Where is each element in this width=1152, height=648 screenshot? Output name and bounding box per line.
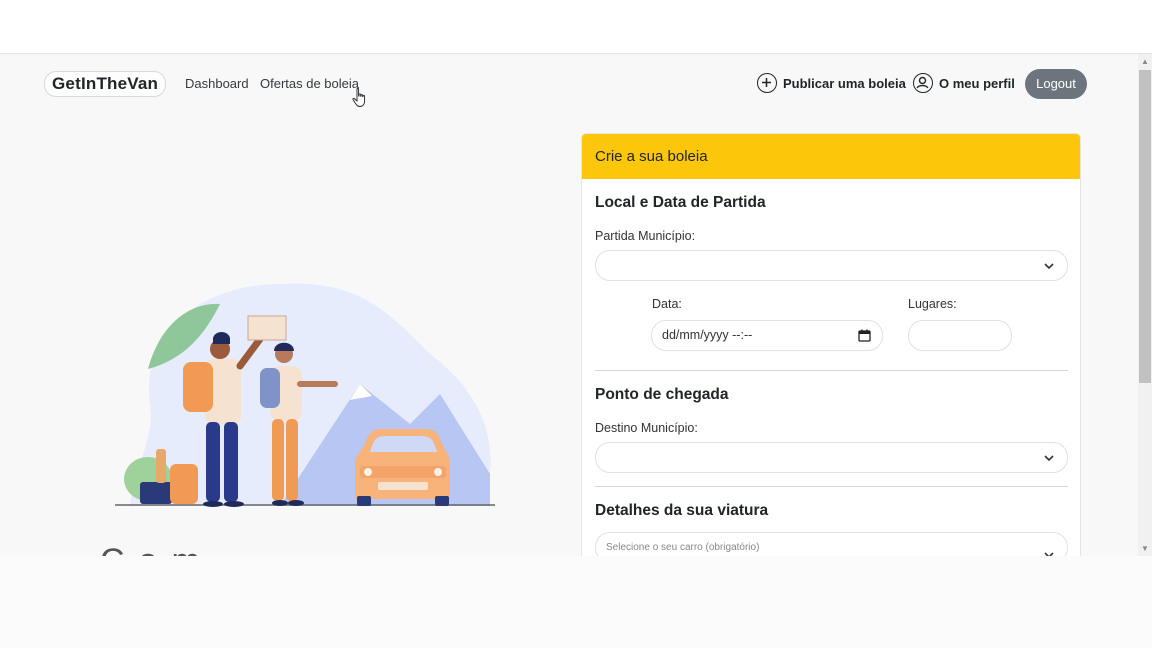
destino-select[interactable] xyxy=(595,442,1068,473)
browser-top-area xyxy=(0,0,1152,54)
perfil-label: O meu perfil xyxy=(939,75,1015,91)
viatura-section-title: Detalhes da sua viatura xyxy=(595,502,769,519)
nav-link-ofertas[interactable]: Ofertas de boleia xyxy=(260,76,359,91)
hero-heading: Com... xyxy=(100,542,284,556)
lugares-label: Lugares: xyxy=(908,297,957,311)
card-header: Crie a sua boleia xyxy=(582,134,1080,179)
partida-select[interactable] xyxy=(595,250,1068,281)
partida-label: Partida Município: xyxy=(595,229,696,243)
lugares-input[interactable] xyxy=(908,320,1012,351)
plus-circle-icon xyxy=(757,73,777,93)
crie-boleia-card: Crie a sua boleia Local e Data de Partid… xyxy=(581,133,1081,556)
chegada-section-title: Ponto de chegada xyxy=(595,386,729,403)
scroll-down-arrow-icon[interactable]: ▼ xyxy=(1140,544,1150,554)
hitchhikers-illustration xyxy=(115,283,495,507)
chevron-down-icon xyxy=(1044,455,1054,462)
chevron-down-icon xyxy=(1044,552,1054,556)
brand-logo[interactable]: GetInTheVan xyxy=(44,71,167,97)
calendar-icon xyxy=(858,329,871,342)
perfil-link[interactable]: O meu perfil xyxy=(913,73,1015,93)
divider xyxy=(595,486,1068,487)
chevron-down-icon xyxy=(1044,263,1054,270)
data-label: Data: xyxy=(652,297,682,311)
publicar-label: Publicar uma boleia xyxy=(783,75,906,91)
logout-button[interactable]: Logout xyxy=(1025,69,1087,99)
user-circle-icon xyxy=(913,73,933,93)
data-value: dd/mm/yyyy --:-- xyxy=(662,328,753,342)
carro-select[interactable]: Selecione o seu carro (obrigatório) xyxy=(595,532,1068,556)
data-input[interactable]: dd/mm/yyyy --:-- xyxy=(651,320,883,351)
divider xyxy=(595,370,1068,371)
destino-label: Destino Município: xyxy=(595,421,698,435)
nav-link-dashboard[interactable]: Dashboard xyxy=(185,76,249,91)
publicar-boleia-link[interactable]: Publicar uma boleia xyxy=(757,73,906,93)
bottom-area xyxy=(0,556,1152,648)
scrollbar-thumb[interactable] xyxy=(1139,70,1151,383)
partida-section-title: Local e Data de Partida xyxy=(595,194,766,211)
hand-cursor-icon xyxy=(352,88,366,107)
page-viewport: GetInTheVan Dashboard Ofertas de boleia … xyxy=(0,54,1138,556)
carro-placeholder: Selecione o seu carro (obrigatório) xyxy=(606,542,760,553)
scroll-up-arrow-icon[interactable]: ▲ xyxy=(1140,57,1150,67)
